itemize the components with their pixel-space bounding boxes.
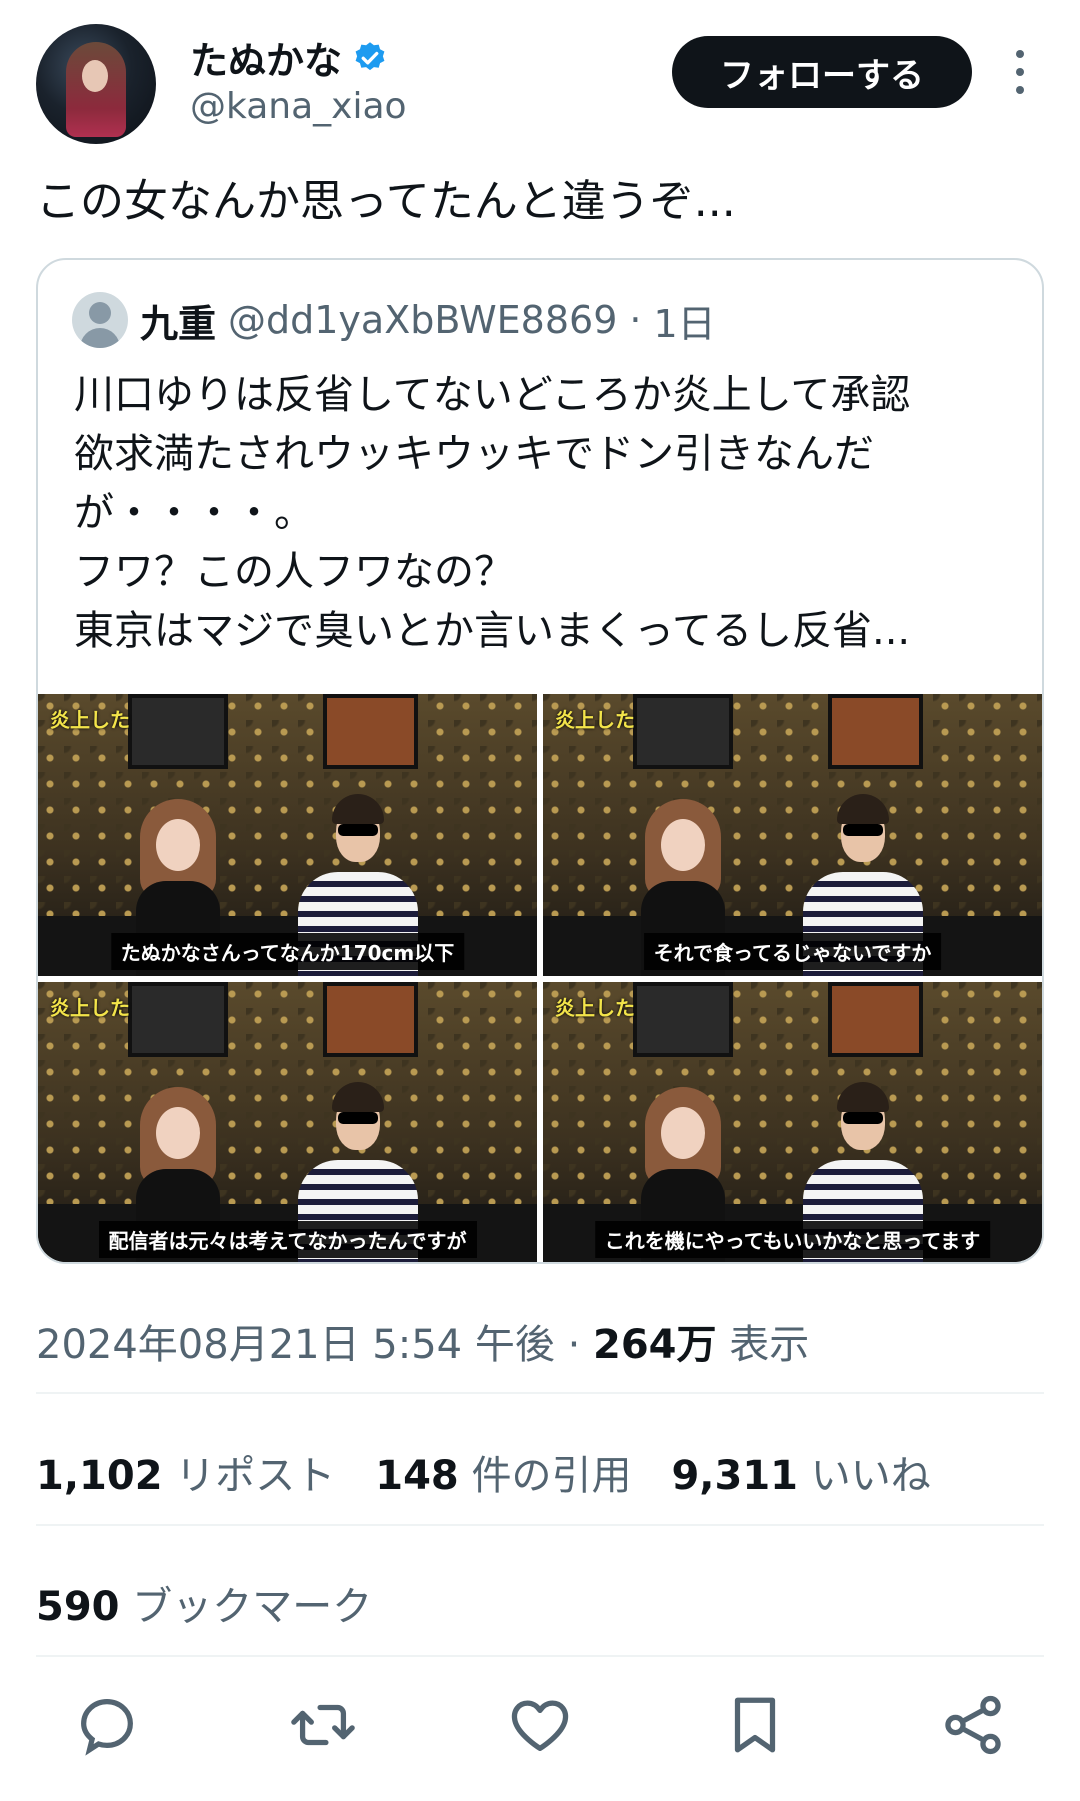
author-display-name[interactable]: たぬかな bbox=[190, 30, 342, 85]
quoted-text-line: 欲求満たされウッキウッキでドン引きなんだ bbox=[74, 431, 874, 477]
author-handle[interactable]: @kana_xiao bbox=[190, 86, 407, 127]
quotes-label: 件の引用 bbox=[471, 1453, 632, 1499]
reposts-count: 1,102 bbox=[36, 1453, 163, 1499]
reposts-stat[interactable]: 1,102 リポスト bbox=[36, 1443, 335, 1501]
bookmarks-count: 590 bbox=[36, 1584, 120, 1630]
media-image[interactable]: 炎上した これを機にやってもいいかなと思ってます bbox=[543, 982, 1042, 1262]
verified-badge-icon bbox=[355, 41, 385, 70]
quoted-author-avatar bbox=[72, 292, 128, 348]
author-name-row: たぬかな bbox=[190, 30, 388, 85]
tweet-text: この女なんか思ってたんと違うぞ... bbox=[36, 176, 736, 227]
tweet-header: たぬかな @kana_xiao フォローする bbox=[0, 0, 1080, 150]
media-caption: それで食ってるじゃないですか bbox=[643, 933, 942, 970]
media-tag: 炎上した bbox=[50, 996, 130, 1020]
follow-button[interactable]: フォローする bbox=[672, 36, 972, 108]
share-icon[interactable] bbox=[938, 1690, 1008, 1760]
divider bbox=[36, 1392, 1044, 1394]
action-bar bbox=[0, 1690, 1080, 1770]
likes-stat[interactable]: 9,311 いいね bbox=[671, 1443, 930, 1501]
media-image[interactable]: 炎上した それで食ってるじゃないですか bbox=[543, 694, 1042, 976]
quoted-text-line: 東京はマジで臭いとか言いまくってるし反省... bbox=[74, 608, 911, 654]
meta-separator: · bbox=[567, 1322, 581, 1368]
views-count: 264万 bbox=[593, 1322, 717, 1368]
like-icon[interactable] bbox=[505, 1690, 575, 1760]
tweet-datetime[interactable]: 2024年08月21日 5:54 午後 bbox=[36, 1322, 555, 1368]
reposts-label: リポスト bbox=[175, 1453, 336, 1499]
quoted-text-line: フワ？この人フワなの？ bbox=[74, 549, 514, 595]
media-tag: 炎上した bbox=[555, 708, 635, 732]
media-tag: 炎上した bbox=[555, 996, 635, 1020]
views-label: 表示 bbox=[729, 1322, 810, 1368]
likes-label: いいね bbox=[810, 1453, 931, 1499]
media-grid: 炎上した たぬかなさんってなんか170cm以下 炎上した それで食ってるじゃない… bbox=[38, 694, 1042, 1262]
quoted-tweet-text: 川口ゆりは反省してないどころか炎上して承認 欲求満たされウッキウッキでドン引きな… bbox=[74, 366, 1024, 661]
media-image[interactable]: 炎上した 配信者は元々は考えてなかったんですが bbox=[38, 982, 537, 1262]
quoted-tweet[interactable]: 九重 @dd1yaXbBWE8869 · 1日 川口ゆりは反省してないどころか炎… bbox=[36, 258, 1044, 1264]
quoted-author-name: 九重 bbox=[140, 301, 217, 346]
bookmarks-stat[interactable]: 590 ブックマーク bbox=[36, 1574, 372, 1632]
quoted-timestamp: 1日 bbox=[653, 301, 716, 346]
media-caption: 配信者は元々は考えてなかったんですが bbox=[98, 1221, 477, 1258]
likes-count: 9,311 bbox=[671, 1453, 798, 1499]
quoted-author-handle: @dd1yaXbBWE8869 bbox=[228, 298, 618, 342]
divider bbox=[36, 1655, 1044, 1657]
divider bbox=[36, 1524, 1044, 1526]
media-caption: これを機にやってもいいかなと思ってます bbox=[594, 1221, 991, 1258]
media-image[interactable]: 炎上した たぬかなさんってなんか170cm以下 bbox=[38, 694, 537, 976]
bookmark-icon[interactable] bbox=[720, 1690, 790, 1760]
quotes-stat[interactable]: 148 件の引用 bbox=[375, 1443, 631, 1501]
tweet-meta: 2024年08月21日 5:54 午後 · 264万 表示 bbox=[36, 1312, 809, 1370]
engagement-stats: 1,102 リポスト 148 件の引用 9,311 いいね bbox=[36, 1443, 931, 1501]
media-tag: 炎上した bbox=[50, 708, 130, 732]
bookmarks-label: ブックマーク bbox=[132, 1584, 373, 1630]
author-avatar[interactable] bbox=[36, 24, 156, 144]
quotes-count: 148 bbox=[375, 1453, 459, 1499]
more-options-icon[interactable] bbox=[1008, 50, 1032, 94]
reply-icon[interactable] bbox=[72, 1690, 142, 1760]
quoted-text-line: 川口ゆりは反省してないどころか炎上して承認 bbox=[74, 372, 911, 418]
media-caption: たぬかなさんってなんか170cm以下 bbox=[110, 933, 465, 970]
quoted-tweet-header: 九重 @dd1yaXbBWE8869 · 1日 bbox=[72, 292, 716, 348]
quoted-separator: · bbox=[629, 298, 642, 342]
repost-icon[interactable] bbox=[288, 1690, 358, 1760]
quoted-text-line: が・・・・。 bbox=[74, 490, 314, 536]
